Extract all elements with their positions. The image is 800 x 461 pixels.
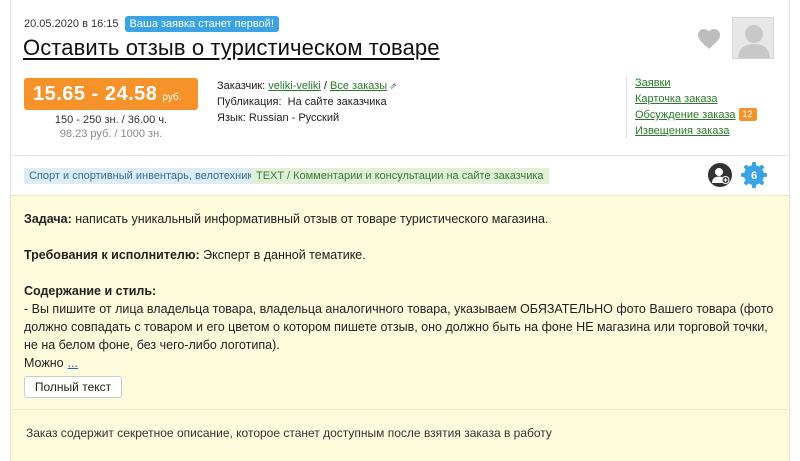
task-paragraph: Задача: написать уникальный информативны… — [24, 210, 776, 228]
customer-row: Заказчик: veliki-veliki / Все заказы ⇗ — [217, 78, 397, 94]
gear-count: 6 — [751, 170, 757, 182]
divider: / — [323, 80, 327, 92]
external-link-icon[interactable]: ⇗ — [389, 81, 397, 91]
more-link[interactable]: ... — [68, 356, 78, 370]
order-info: Заказчик: veliki-veliki / Все заказы ⇗ Пу… — [217, 78, 397, 126]
publication-row: Публикация: На сайте заказчика — [217, 94, 397, 110]
customer-label: Заказчик: — [217, 80, 266, 92]
order-title[interactable]: Оставить отзыв о туристическом товаре — [23, 35, 440, 61]
more-row: Можно... — [24, 354, 776, 372]
publication-value: На сайте заказчика — [287, 96, 387, 108]
language-row: Язык: Russian - Русский — [217, 110, 397, 126]
discussion-link[interactable]: Обсуждение заказа — [635, 109, 736, 121]
more-prefix: Можно — [24, 356, 64, 370]
order-links: Заявки Карточка заказа Обсуждение заказа… — [626, 75, 757, 139]
price-box: 15.65 - 24.58 руб. — [24, 78, 198, 110]
user-add-icon[interactable] — [708, 163, 732, 187]
style-label: Содержание и стиль: — [24, 284, 157, 298]
style-text: - Вы пишите от лица владельца товара, вл… — [24, 302, 774, 352]
divider-line — [11, 155, 789, 156]
applications-link[interactable]: Заявки — [635, 75, 757, 91]
type-tag[interactable]: TEXT / Комментарии и консультации на сай… — [251, 168, 549, 184]
discussion-row: Обсуждение заказа 12 — [635, 107, 757, 123]
requirements-text: Эксперт в данной тематике. — [199, 248, 366, 262]
style-heading: Содержание и стиль: — [24, 282, 776, 300]
requirements-label: Требования к исполнителю: — [24, 248, 200, 262]
avatar-placeholder — [738, 25, 770, 58]
notification-link[interactable]: Извещения заказа — [635, 123, 757, 139]
all-orders-link[interactable]: Все заказы — [330, 80, 387, 92]
language-value: Russian - Русский — [248, 112, 340, 124]
avatar[interactable] — [732, 17, 774, 59]
price-rate: 98.23 руб. / 1000 зн. — [59, 128, 163, 140]
full-text-button[interactable]: Полный текст — [24, 376, 122, 398]
task-description: Задача: написать уникальный информативны… — [11, 195, 789, 410]
language-label: Язык: — [217, 112, 246, 124]
price-unit: руб. — [162, 91, 182, 103]
customer-link[interactable]: veliki-veliki — [268, 80, 321, 92]
discussion-count-badge: 12 — [738, 108, 757, 121]
task-text: написать уникальный информативный отзыв … — [71, 212, 549, 226]
requirements-paragraph: Требования к исполнителю: Эксперт в данн… — [24, 246, 776, 264]
gear-icon[interactable]: 6 — [740, 161, 768, 189]
heart-icon[interactable] — [697, 28, 721, 50]
price-range: 15.65 - 24.58 — [33, 82, 158, 105]
publication-label: Публикация: — [217, 96, 282, 108]
price-volume: 150 - 250 зн. / 36.00 ч. — [54, 114, 168, 126]
order-meta: 20.05.2020 в 16:15 Ваша заявка станет пе… — [24, 16, 279, 32]
order-date: 20.05.2020 в 16:15 — [24, 18, 119, 30]
order-card: 20.05.2020 в 16:15 Ваша заявка станет пе… — [10, 0, 790, 461]
task-label: Задача: — [24, 212, 72, 226]
order-card-link[interactable]: Карточка заказа — [635, 91, 757, 107]
category-tag[interactable]: Спорт и спортивный инвентарь, велотехник… — [24, 168, 264, 184]
first-application-badge: Ваша заявка станет первой! — [124, 16, 279, 32]
secret-notice: Заказ содержит секретное описание, котор… — [11, 410, 789, 461]
